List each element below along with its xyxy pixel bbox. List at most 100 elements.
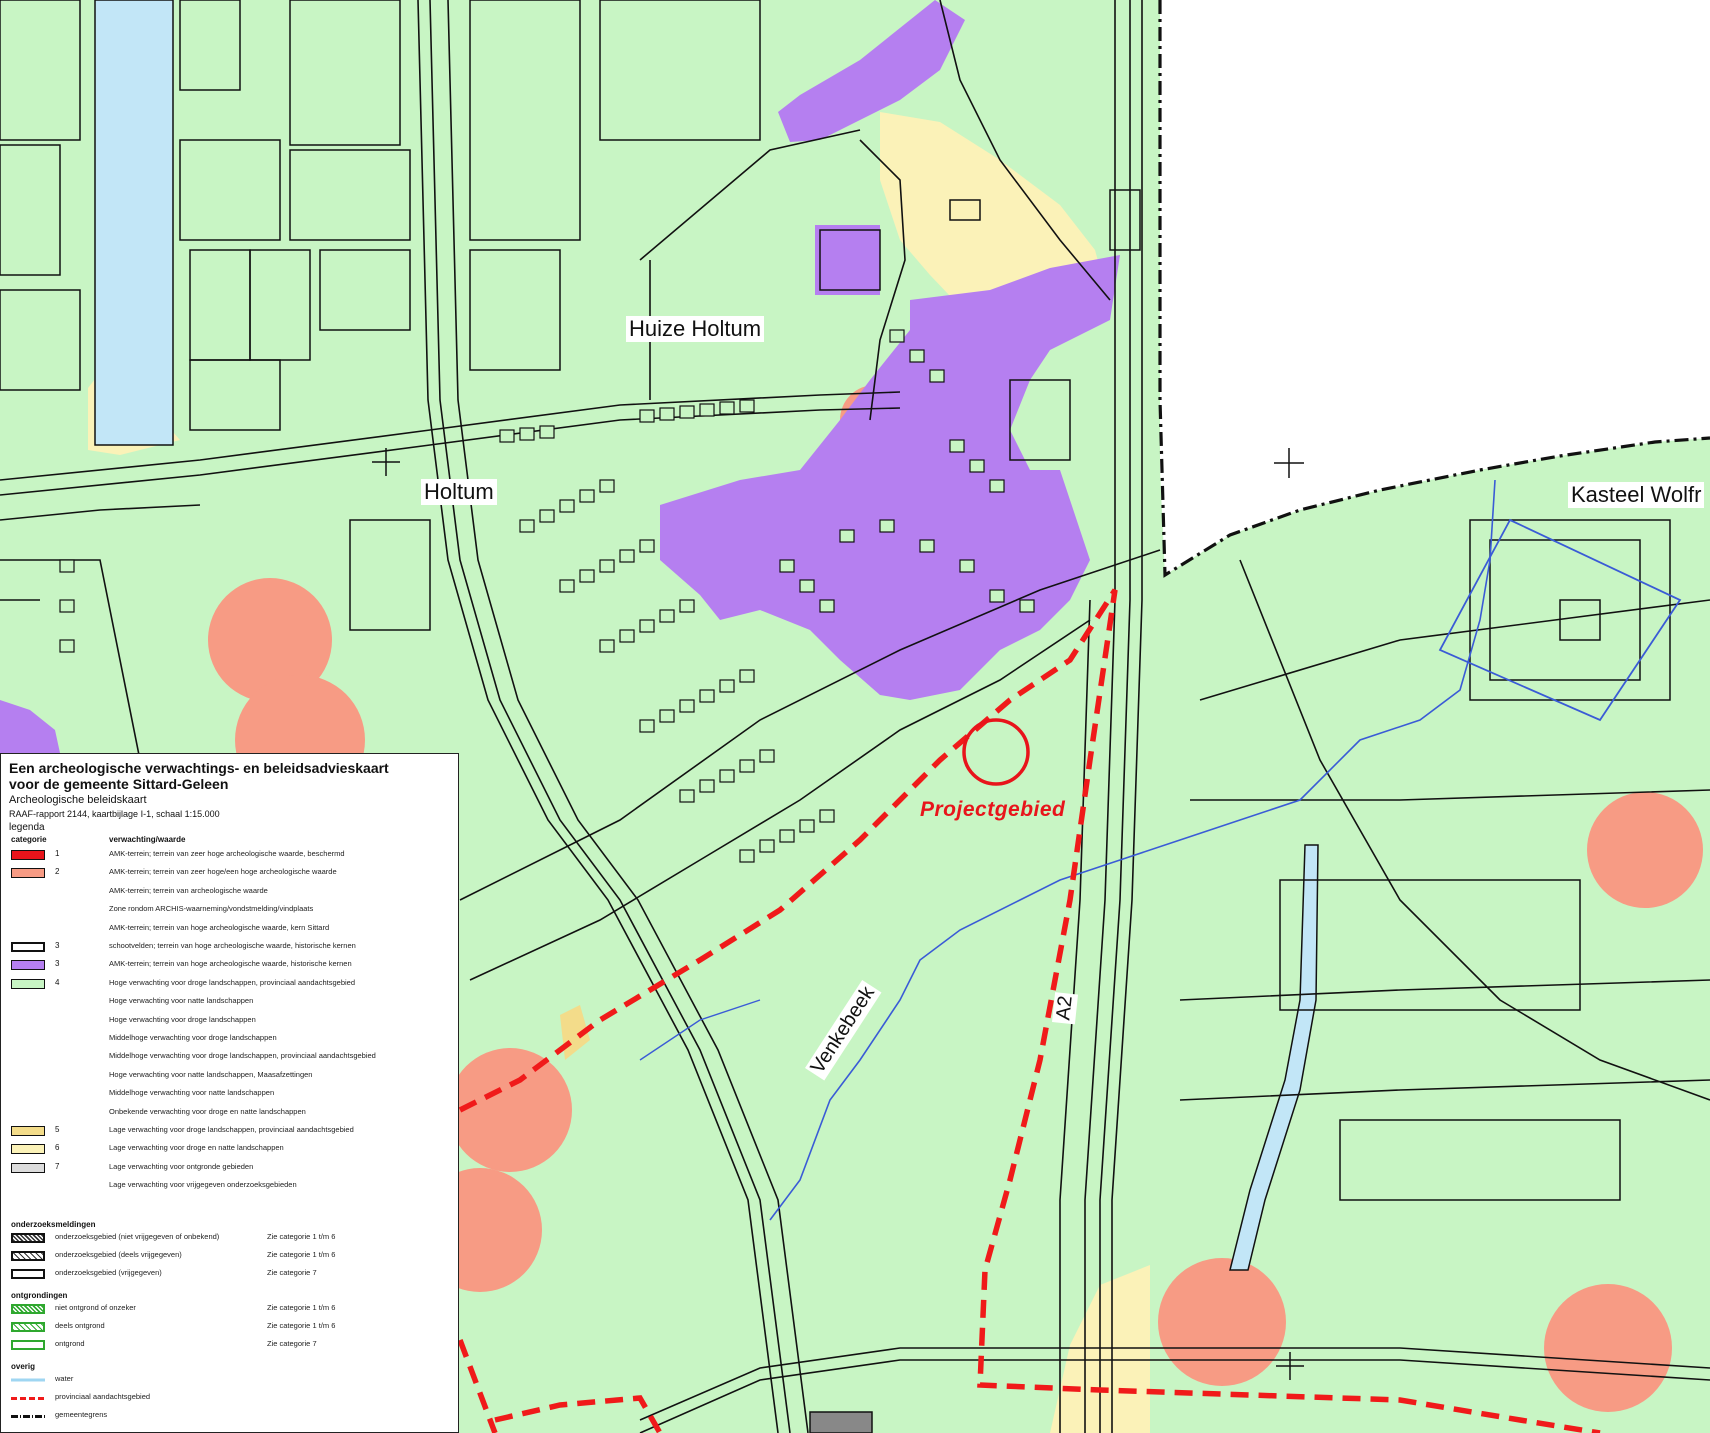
legend-category-row: 3 schootvelden; terrein van hoge archeolo… [9,940,454,956]
legend-swatch [11,868,45,879]
legend-overig-desc: provinciaal aandachtsgebied [55,1392,151,1401]
legend-swatch [11,1126,45,1136]
legend-overig-row: gemeentegrens [9,1409,454,1425]
legend-category-row: 5 Lage verwachting voor droge landschappe… [9,1124,454,1140]
legend-ontgrondingen-row: ontgrond Zie categorie 7 [9,1338,454,1354]
legend-category-row: 1 AMK-terrein; terrein van zeer hoge arch… [9,848,454,864]
legend-onderzoek-ref: Zie categorie 1 t/m 6 [267,1232,336,1241]
legend-category-desc: Lage verwachting voor droge en natte lan… [109,1143,284,1153]
legend-category-desc: AMK-terrein; terrein van zeer hoge arche… [109,849,345,858]
legend-category-code: 5 [55,1125,60,1134]
legend-category-desc: Lage verwachting voor droge landschappen… [109,1125,354,1134]
legend-category-desc: Lage verwachting voor vrijgegeven onderz… [109,1180,297,1190]
legend-category-desc: Middelhoge verwachting voor droge landsc… [109,1051,376,1061]
legend-category-desc: Zone rondom ARCHIS-waarneming/vondstmeld… [109,904,314,914]
legend-swatch [11,1397,45,1400]
label-kasteel-wolfrath: Kasteel Wolfr [1568,482,1705,509]
legend-category-code: 1 [55,849,60,858]
legend-swatch [11,1375,45,1385]
legend-swatch [11,1251,45,1261]
legend-onderzoek-title: onderzoeksmeldingen [11,1220,96,1229]
amk-zone [1544,1284,1672,1412]
legend-category-row: 2 AMK-terrein; terrein van zeer hoge/een … [9,866,454,882]
legend-category-row: Middelhoge verwachting voor droge landsc… [9,1050,454,1066]
legend-category-desc: AMK-terrein; terrein van archeologische … [109,885,268,895]
label-holtum: Holtum [421,479,497,506]
legend-category-code: 6 [55,1143,60,1153]
legend-category-row: 4 Hoge verwachting voor droge landschappe… [9,977,454,993]
legend-ontgrondingen-row: deels ontgrond Zie categorie 1 t/m 6 [9,1320,454,1336]
legend-ontgrondingen-desc: deels ontgrond [55,1321,105,1330]
legend-onderzoek-desc: onderzoeksgebied (vrijgegeven) [55,1268,162,1277]
canal-water [94,0,174,446]
legend-report: RAAF-rapport 2144, kaartbijlage I-1, sch… [9,809,220,819]
legend-col-verwachting: verwachting/waarde [109,835,186,844]
legend-col-categorie: categorie [11,835,47,844]
legend-swatch [11,850,45,860]
legend-category-desc: AMK-terrein; terrein van hoge archeologi… [109,922,330,932]
legend-category-row: Hoge verwachting voor natte landschappen [9,995,454,1011]
legend-category-desc: Hoge verwachting voor droge landschappen [109,1014,256,1024]
legend-swatch [11,1415,45,1418]
legend-category-desc: Middelhoge verwachting voor droge landsc… [109,1033,277,1042]
legend-ontgrondingen-desc: niet ontgrond of onzeker [55,1303,136,1312]
legend-category-desc: AMK-terrein; terrein van zeer hoge/een h… [109,867,337,877]
legend-swatch [11,1269,45,1279]
legend-category-row: Middelhoge verwachting voor natte landsc… [9,1087,454,1103]
legend-swatch [11,942,45,952]
legend-ontgrondingen-desc: ontgrond [55,1339,85,1348]
legend-category-row: Middelhoge verwachting voor droge landsc… [9,1032,454,1048]
amk-zone [448,1048,572,1172]
legend-overig-row: provinciaal aandachtsgebied [9,1391,454,1407]
legend-category-code: 3 [55,959,60,969]
legend-category-row: AMK-terrein; terrein van archeologische … [9,885,454,901]
legend-legenda: legenda [9,822,45,833]
legend-category-code: 3 [55,941,60,950]
legend-onderzoek-desc: onderzoeksgebied (deels vrijgegeven) [55,1250,182,1259]
legend-category-code: 7 [55,1161,60,1171]
legend-category-row: 7 Lage verwachting voor ontgronde gebiede… [9,1161,454,1177]
legend-category-row: AMK-terrein; terrein van hoge archeologi… [9,922,454,938]
legend-title: Een archeologische verwachtings- en bele… [9,760,389,792]
legend-ontgrondingen-title: ontgrondingen [11,1291,68,1300]
legend-category-row: Lage verwachting voor vrijgegeven onderz… [9,1179,454,1195]
historic-core-zone [815,225,880,295]
amk-zone [1158,1258,1286,1386]
legend-onderzoek-row: onderzoeksgebied (vrijgegeven) Zie catego… [9,1267,454,1283]
legend-category-desc: Middelhoge verwachting voor natte landsc… [109,1088,275,1098]
amk-zone [1587,792,1703,908]
legend-category-row: 6 Lage verwachting voor droge en natte la… [9,1142,454,1158]
legend-swatch [11,960,45,971]
legend-category-row: Onbekende verwachting voor droge en natt… [9,1106,454,1122]
legend-swatch [11,1233,45,1243]
legend-category-desc: Hoge verwachting voor natte landschappen… [109,1069,313,1079]
legend-swatch [11,1322,45,1332]
legend-ontgrondingen-row: niet ontgrond of onzeker Zie categorie 1 … [9,1302,454,1318]
map-legend: Een archeologische verwachtings- en bele… [0,753,459,1433]
legend-category-desc: Onbekende verwachting voor droge en natt… [109,1106,306,1116]
legend-category-desc: Lage verwachting voor ontgronde gebieden [109,1161,254,1171]
legend-category-row: Zone rondom ARCHIS-waarneming/vondstmeld… [9,903,454,919]
legend-onderzoek-row: onderzoeksgebied (niet vrijgegeven of on… [9,1231,454,1247]
legend-onderzoek-desc: onderzoeksgebied (niet vrijgegeven of on… [55,1232,220,1241]
structure-block [809,1411,873,1433]
legend-onderzoek-ref: Zie categorie 1 t/m 6 [267,1250,336,1259]
legend-overig-title: overig [11,1362,36,1371]
legend-category-code: 4 [55,977,60,987]
label-a2: A2 [1052,991,1079,1025]
legend-ontgrondingen-ref: Zie categorie 1 t/m 6 [267,1321,336,1330]
legend-swatch [11,1162,45,1173]
legend-swatch [11,1304,45,1314]
label-huize-holtum: Huize Holtum [626,316,765,343]
legend-category-desc: Hoge verwachting voor droge landschappen… [109,977,355,987]
legend-overig-row: water [9,1373,454,1389]
legend-category-row: Hoge verwachting voor natte landschappen… [9,1069,454,1085]
legend-swatch [11,978,45,989]
legend-ontgrondingen-ref: Zie categorie 7 [267,1339,317,1348]
legend-category-code: 2 [55,867,60,877]
legend-ontgrondingen-ref: Zie categorie 1 t/m 6 [267,1303,336,1312]
legend-category-desc: schootvelden; terrein van hoge archeolog… [109,941,356,950]
legend-subtitle: Archeologische beleidskaart [9,794,147,806]
legend-swatch [11,1340,45,1350]
legend-onderzoek-row: onderzoeksgebied (deels vrijgegeven) Zie … [9,1249,454,1265]
